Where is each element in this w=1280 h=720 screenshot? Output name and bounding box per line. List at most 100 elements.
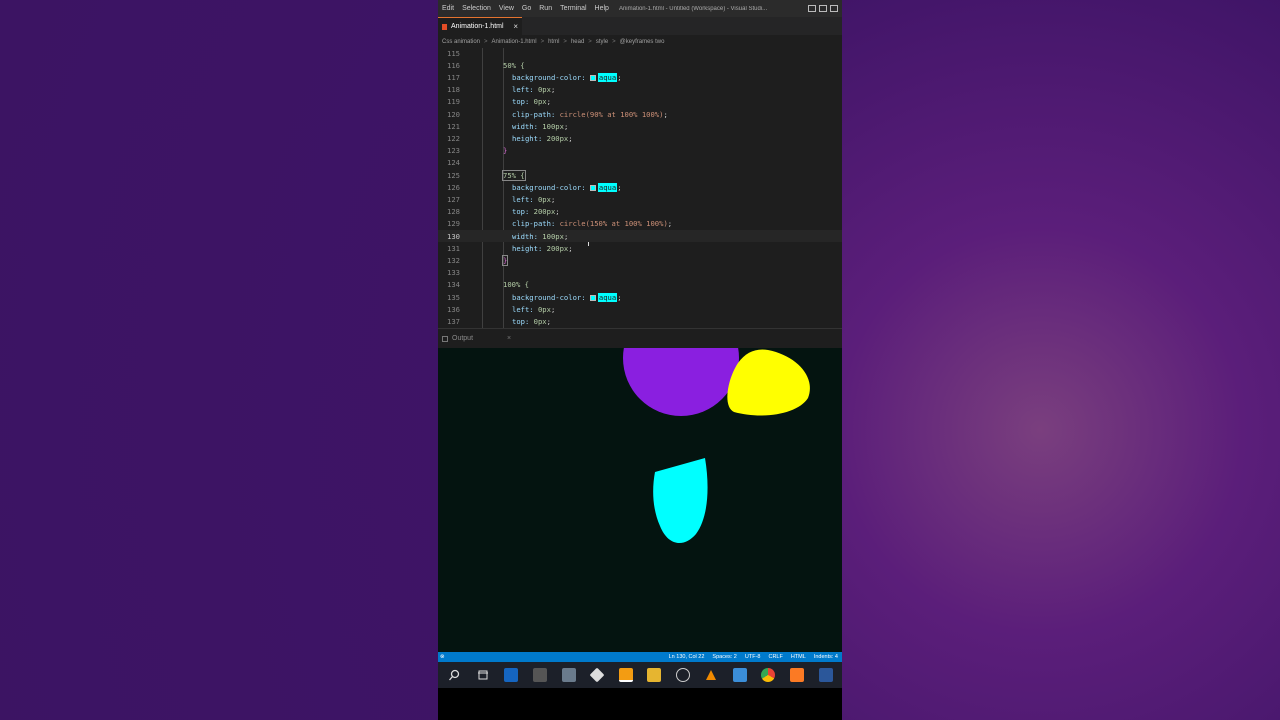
breadcrumb-item-file[interactable]: Animation-1.html	[492, 39, 537, 45]
line-number: 125	[447, 170, 460, 180]
menu-terminal[interactable]: Terminal	[556, 5, 590, 12]
code-text: height: 200px;	[512, 244, 573, 253]
code-line[interactable]: 116 50% {	[438, 59, 842, 71]
indents-setting[interactable]: Indents: 4	[814, 654, 838, 660]
css-value: 200px	[546, 243, 569, 253]
code-editor[interactable]: 115 116 50% {117 background-color: aqua; 118…	[438, 48, 842, 328]
css-value: 0px	[537, 194, 551, 204]
css-value: 200px	[533, 207, 556, 217]
line-ending[interactable]: CRLF	[768, 654, 782, 660]
code-line[interactable]: 133	[438, 267, 842, 279]
code-line[interactable]: 126 background-color: aqua;	[438, 181, 842, 193]
language-mode[interactable]: HTML	[791, 654, 806, 660]
remote-indicator-icon[interactable]: ⊗	[440, 654, 445, 660]
css-property: top:	[512, 316, 530, 326]
menu-view[interactable]: View	[495, 5, 518, 12]
code-line[interactable]: 127 left: 0px;	[438, 193, 842, 205]
color-swatch-icon[interactable]	[589, 74, 596, 81]
code-line[interactable]: 124	[438, 157, 842, 169]
indentation-spaces[interactable]: Spaces: 2	[712, 654, 736, 660]
code-line[interactable]: 123}	[438, 145, 842, 157]
search-icon[interactable]	[447, 668, 461, 682]
file-encoding[interactable]: UTF-8	[745, 654, 761, 660]
title-bar: Edit Selection View Go Run Terminal Help…	[438, 0, 842, 17]
color-swatch-icon[interactable]	[589, 294, 596, 301]
sublime-icon[interactable]	[618, 668, 633, 682]
line-number: 115	[447, 48, 460, 58]
code-line[interactable]: 137 top: 0px;	[438, 315, 842, 327]
menu-help[interactable]: Help	[591, 5, 613, 12]
code-line[interactable]: 122 height: 200px;	[438, 132, 842, 144]
line-number: 137	[447, 316, 460, 326]
line-number: 135	[447, 292, 460, 302]
vlc-icon[interactable]	[704, 668, 718, 682]
code-text: top: 0px;	[512, 97, 551, 106]
css-property: left:	[512, 85, 534, 95]
breadcrumb-item-keyframes[interactable]: @keyframes two	[620, 39, 665, 45]
code-line[interactable]: 119 top: 0px;	[438, 96, 842, 108]
camera-icon[interactable]	[561, 668, 576, 682]
purple-circle	[623, 348, 739, 416]
tab-animation-html[interactable]: Animation-1.html ×	[438, 17, 522, 35]
breadcrumb-item-html[interactable]: html	[548, 39, 559, 45]
semicolon: ;	[550, 85, 556, 95]
semicolon: ;	[563, 231, 569, 241]
vscode-recording: Edit Selection View Go Run Terminal Help…	[438, 0, 842, 720]
semicolon: ;	[568, 243, 573, 253]
panel-toggle-icon[interactable]	[819, 5, 827, 12]
semicolon: ;	[546, 97, 551, 107]
vscode-icon[interactable]	[732, 668, 747, 682]
code-line[interactable]: 130 width: 100px;	[438, 230, 842, 242]
css-property: height:	[512, 243, 543, 253]
panel-title[interactable]: Output	[452, 335, 473, 342]
code-line[interactable]: 118 left: 0px;	[438, 84, 842, 96]
cursor-position[interactable]: Ln 130, Col 22	[669, 654, 705, 660]
code-line[interactable]: 115	[438, 47, 842, 59]
line-number: 122	[447, 133, 460, 143]
code-line[interactable]: 120 clip-path: circle(90% at 100% 100%);	[438, 108, 842, 120]
menu-run[interactable]: Run	[535, 5, 556, 12]
tab-label: Animation-1.html	[451, 23, 504, 30]
line-number: 118	[447, 85, 460, 95]
menu-edit[interactable]: Edit	[438, 5, 458, 12]
layout-toggle-icon[interactable]	[808, 5, 816, 12]
code-line[interactable]: 117 background-color: aqua;	[438, 71, 842, 83]
chrome-icon[interactable]	[761, 668, 776, 682]
status-bar: ⊗ Ln 130, Col 22 Spaces: 2 UTF-8 CRLF HT…	[438, 652, 842, 662]
line-number: 129	[447, 219, 460, 229]
breadcrumb-item-head[interactable]: head	[571, 39, 584, 45]
code-line[interactable]: 131 height: 200px;	[438, 242, 842, 254]
color-swatch-icon[interactable]	[589, 184, 596, 191]
code-line[interactable]: 132}	[438, 254, 842, 266]
tab-close-icon[interactable]: ×	[513, 22, 518, 31]
code-text: background-color: aqua;	[512, 72, 622, 82]
word-icon[interactable]	[818, 668, 833, 682]
code-line[interactable]: 135 background-color: aqua;	[438, 291, 842, 303]
code-line[interactable]: 136 left: 0px;	[438, 303, 842, 315]
xampp-icon[interactable]	[790, 668, 805, 682]
line-number: 130	[447, 231, 460, 241]
code-line[interactable]: 125 75% {	[438, 169, 842, 181]
window-controls	[808, 5, 842, 12]
panel-close-icon[interactable]: ×	[507, 335, 511, 342]
code-line[interactable]: 129 clip-path: circle(150% at 100% 100%);	[438, 218, 842, 230]
code-text: clip-path: circle(150% at 100% 100%);	[512, 219, 672, 228]
menu-go[interactable]: Go	[518, 5, 535, 12]
menu-selection[interactable]: Selection	[458, 5, 495, 12]
code-line[interactable]: 121 width: 100px;	[438, 120, 842, 132]
chevron-right-icon: >	[540, 38, 545, 45]
chevron-right-icon: >	[612, 38, 616, 45]
file-explorer-icon[interactable]	[647, 668, 662, 682]
settings-icon[interactable]	[675, 668, 690, 682]
breadcrumb-item-folder[interactable]: Css animation	[442, 39, 480, 45]
git-icon[interactable]	[589, 667, 605, 683]
line-number: 121	[447, 121, 460, 131]
sidebar-toggle-icon[interactable]	[830, 5, 838, 12]
calculator-icon[interactable]	[532, 668, 547, 682]
code-line[interactable]: 128 top: 200px;	[438, 206, 842, 218]
css-value: 0px	[537, 85, 551, 95]
task-view-icon[interactable]	[476, 668, 490, 682]
breadcrumb-item-style[interactable]: style	[596, 39, 608, 45]
code-line[interactable]: 134 100% {	[438, 279, 842, 291]
mail-icon[interactable]	[504, 668, 519, 682]
